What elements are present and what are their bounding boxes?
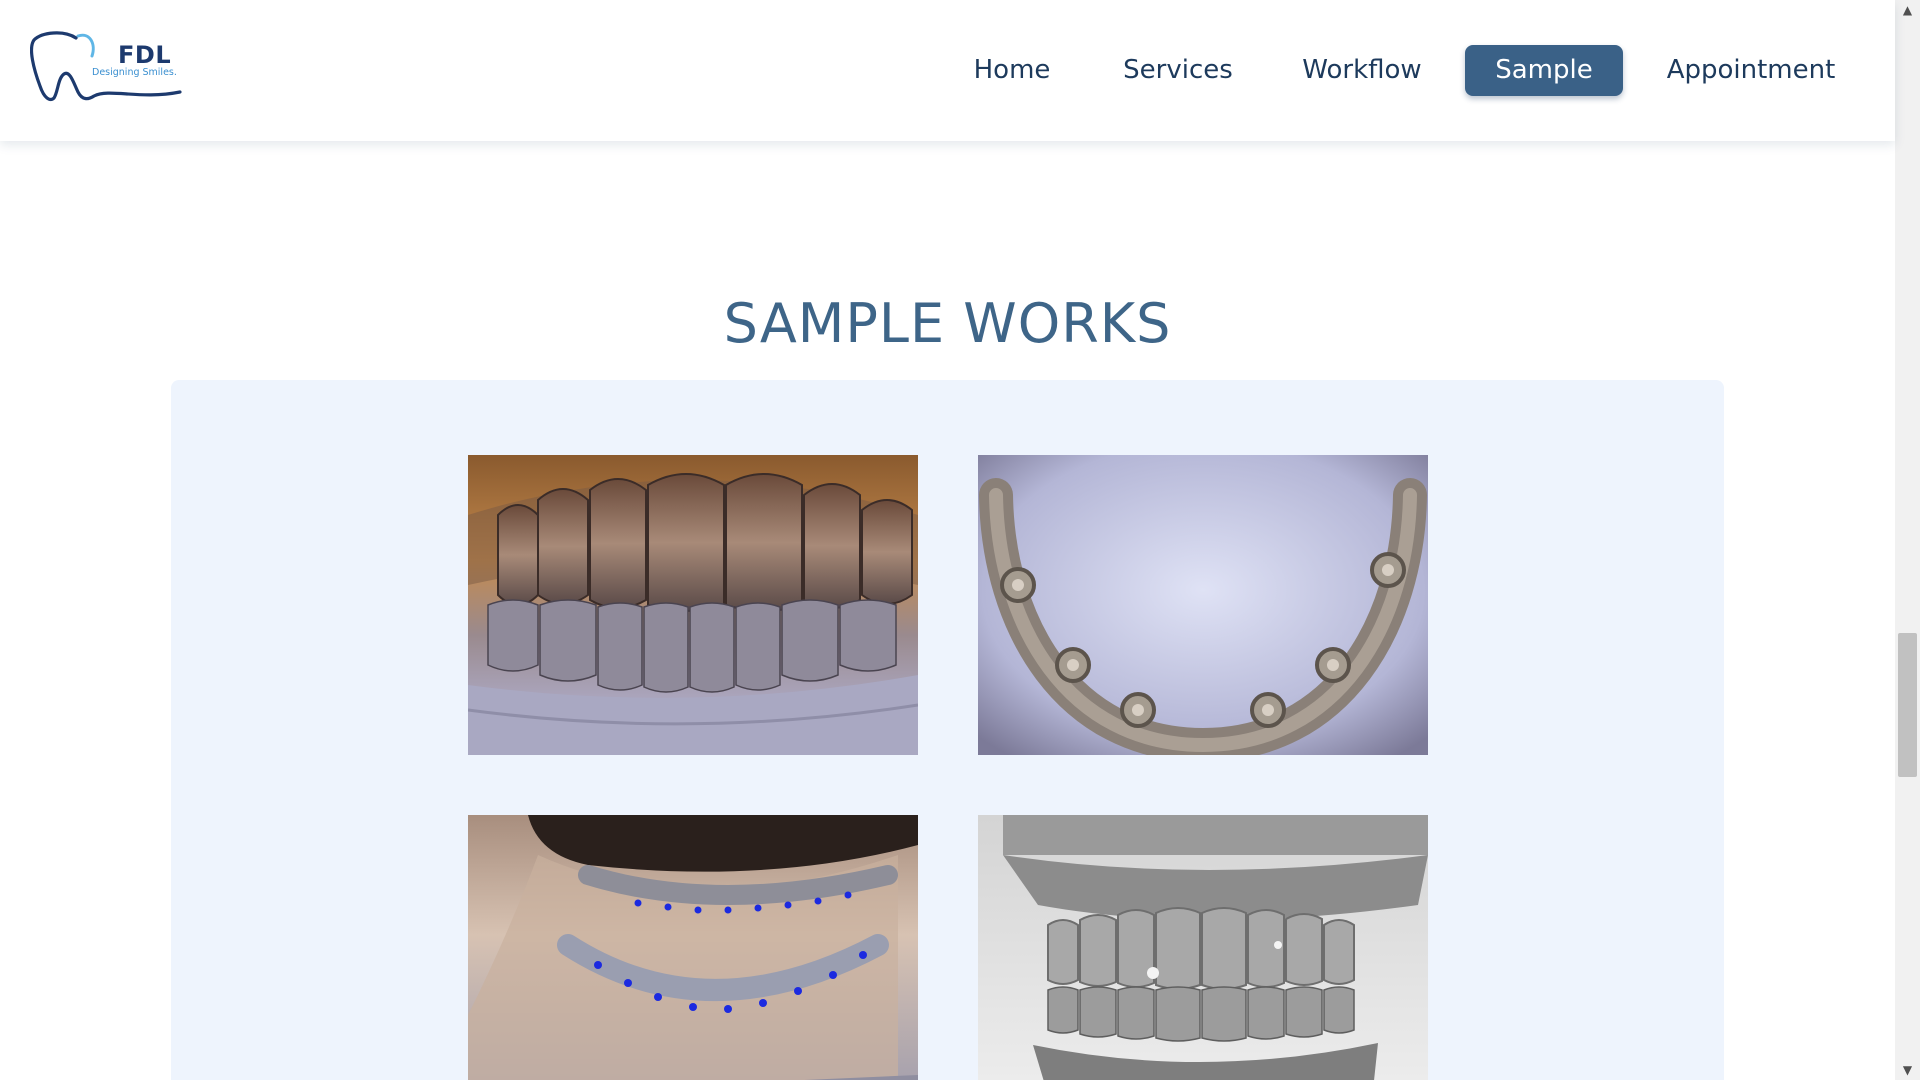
crowns-render-image bbox=[468, 455, 918, 755]
nav-sample[interactable]: Sample bbox=[1465, 45, 1623, 96]
site-header: FDL Designing Smiles. Home Services Work… bbox=[0, 0, 1895, 141]
sample-gallery bbox=[171, 380, 1724, 1080]
nav-appointment[interactable]: Appointment bbox=[1655, 45, 1847, 96]
sample-image-articulated-model[interactable] bbox=[978, 815, 1428, 1080]
scroll-down-arrow-icon[interactable]: ▼ bbox=[1895, 1060, 1920, 1080]
scrollbar-thumb[interactable] bbox=[1898, 633, 1917, 777]
sample-image-crowns[interactable] bbox=[468, 455, 918, 755]
page-scrollbar[interactable]: ▲ ▼ bbox=[1895, 0, 1920, 1080]
main-nav: Home Services Workflow Sample Appointmen… bbox=[0, 45, 1895, 96]
section-title: SAMPLE WORKS bbox=[723, 292, 1172, 355]
sample-image-guide-on-model[interactable] bbox=[468, 815, 918, 1080]
sample-image-implant-bar[interactable] bbox=[978, 455, 1428, 755]
scroll-up-arrow-icon[interactable]: ▲ bbox=[1895, 0, 1920, 20]
nav-workflow[interactable]: Workflow bbox=[1290, 45, 1434, 96]
nav-services[interactable]: Services bbox=[1108, 45, 1248, 96]
nav-home[interactable]: Home bbox=[958, 45, 1066, 96]
implant-bar-render-image bbox=[978, 455, 1428, 755]
guide-on-model-render-image bbox=[468, 815, 918, 1080]
articulated-model-scan-image bbox=[978, 815, 1428, 1080]
